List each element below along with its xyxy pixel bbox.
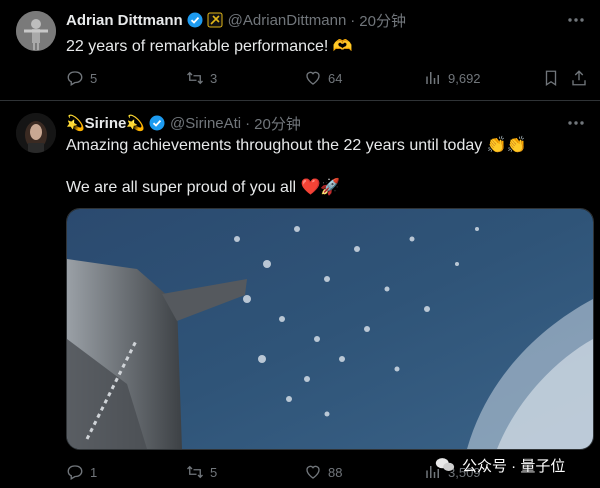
author-handle[interactable]: @SirineAti <box>170 115 241 132</box>
avatar[interactable] <box>16 113 56 153</box>
verified-badge-icon <box>149 115 165 131</box>
heart-icon <box>306 465 320 479</box>
views-icon <box>426 72 439 84</box>
repost-button[interactable]: 3 <box>186 68 217 88</box>
reply-icon <box>67 71 83 86</box>
like-count: 88 <box>328 464 343 480</box>
separator-dot: · <box>350 11 356 29</box>
like-button[interactable]: 88 <box>304 462 342 482</box>
heart-icon <box>306 71 320 85</box>
author-name[interactable]: 💫Sirine💫 <box>66 114 145 132</box>
starship-earth-photo <box>67 209 593 449</box>
author-name[interactable]: Adrian Dittmann <box>66 12 183 29</box>
bookmark-icon[interactable] <box>542 68 560 88</box>
verified-badge-icon <box>187 12 203 28</box>
share-icon[interactable] <box>570 68 588 88</box>
reply-icon <box>67 465 83 480</box>
repost-icon <box>187 465 203 479</box>
repost-count: 5 <box>210 464 218 480</box>
tweet-text-line-2: We are all super proud of you all ❤️🚀 <box>66 179 341 196</box>
affiliate-badge-icon <box>207 12 223 28</box>
avatar[interactable] <box>16 11 56 51</box>
repost-count: 3 <box>210 70 218 86</box>
author-handle[interactable]: @AdrianDittmann <box>228 12 347 29</box>
tweet-text: 22 years of remarkable performance! 🫶 <box>66 38 353 55</box>
separator-dot: · <box>245 114 251 132</box>
reply-count: 1 <box>90 464 98 480</box>
tweet-adrian[interactable]: Adrian Dittmann @AdrianDittmann · 20分钟 2… <box>0 0 600 101</box>
views-count: 9,692 <box>448 70 481 86</box>
reply-button[interactable]: 1 <box>66 462 97 482</box>
reply-button[interactable]: 5 <box>66 68 97 88</box>
wechat-icon <box>435 458 455 471</box>
reply-count: 5 <box>90 70 98 86</box>
timestamp[interactable]: 20分钟 <box>254 113 301 134</box>
more-options-icon[interactable] <box>566 10 586 30</box>
repost-icon <box>187 71 203 85</box>
repost-button[interactable]: 5 <box>186 462 217 482</box>
watermark: 公众号 · 量子位 <box>434 452 565 478</box>
tweet-text-line-1: Amazing achievements throughout the 22 y… <box>66 137 527 154</box>
more-options-icon[interactable] <box>566 113 586 133</box>
views-button[interactable]: 9,692 <box>424 68 481 88</box>
like-count: 64 <box>328 70 343 86</box>
tweet-media-image[interactable] <box>66 208 594 450</box>
timestamp[interactable]: 20分钟 <box>359 10 406 31</box>
like-button[interactable]: 64 <box>304 68 342 88</box>
watermark-label: 公众号 · 量子位 <box>462 457 566 475</box>
action-bar: 5 3 64 9,692 <box>66 68 586 88</box>
